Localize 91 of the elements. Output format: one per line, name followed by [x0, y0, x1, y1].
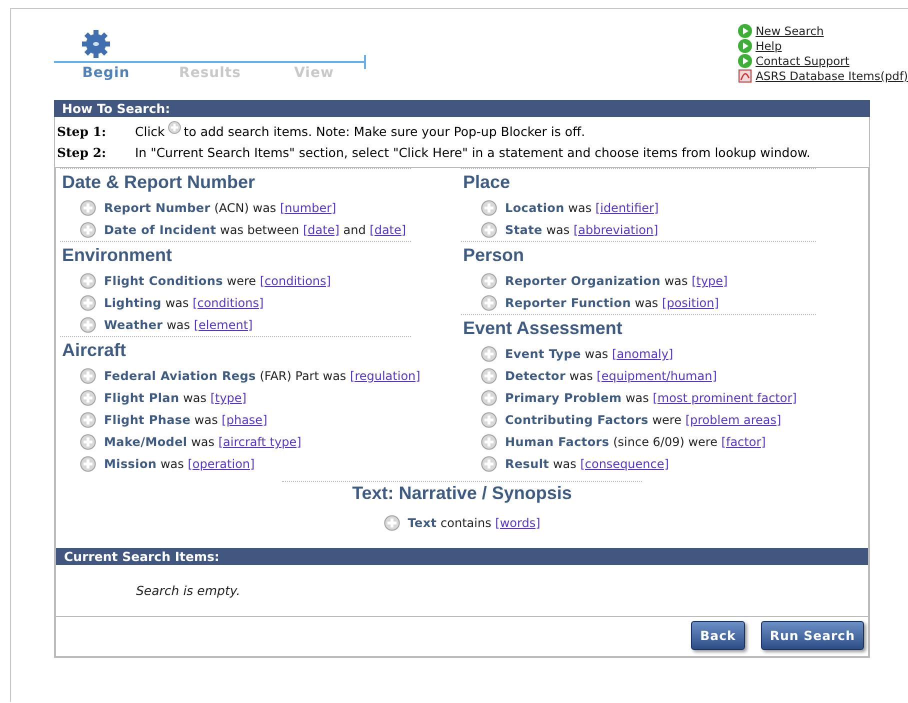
header-link[interactable]: Contact Support	[756, 54, 850, 68]
search-statement: Mission was [operation]	[104, 457, 255, 471]
play-icon	[738, 54, 752, 68]
search-statement: Result was [consequence]	[505, 457, 669, 471]
section-bar: How To Search:	[54, 100, 870, 117]
section-bar: Current Search Items:	[56, 548, 868, 565]
play-icon	[738, 24, 752, 38]
plus-icon[interactable]	[481, 456, 497, 472]
plus-icon[interactable]	[80, 273, 96, 289]
search-statement: Make/Model was [aircraft type]	[104, 435, 302, 449]
lookup-link[interactable]: [regulation]	[350, 369, 420, 383]
search-statement: Date of Incident was between [date] and [date]	[104, 223, 406, 237]
lookup-link[interactable]: [conditions]	[260, 274, 331, 288]
lookup-link[interactable]: [aircraft type]	[218, 435, 302, 449]
plus-icon[interactable]	[481, 434, 497, 450]
lookup-link[interactable]: [identifier]	[595, 201, 659, 215]
plus-icon[interactable]	[481, 295, 497, 311]
lookup-link[interactable]: [operation]	[188, 457, 255, 471]
instruction-text: In "Current Search Items" section, select "Click Here" in a statement and choose items from lookup window.	[135, 144, 810, 162]
search-statement: Human Factors (since 6/09) were [factor]	[505, 435, 766, 449]
plus-icon[interactable]	[481, 412, 497, 428]
lookup-link[interactable]: [type]	[692, 274, 728, 288]
lookup-link[interactable]: [date]	[302, 223, 340, 237]
step-label: Step 1:	[57, 123, 108, 141]
step-label: Step 2:	[57, 144, 108, 162]
header-link[interactable]: Help	[756, 39, 782, 53]
lookup-link[interactable]: [consequence]	[580, 457, 669, 471]
search-statement: Location was [identifier]	[505, 201, 659, 215]
search-statement: Federal Aviation Regs (FAR) Part was [regulation]	[104, 369, 420, 383]
header-link[interactable]: ASRS Database Items(pdf)	[756, 69, 908, 83]
pdf-icon	[738, 69, 752, 83]
section-heading: Place	[462, 171, 512, 194]
empty-message: Search is empty.	[56, 565, 868, 617]
search-statement: Lighting was [conditions]	[104, 296, 264, 310]
plus-icon[interactable]	[481, 346, 497, 362]
plus-icon[interactable]	[481, 222, 497, 238]
search-statement: Reporter Organization was [type]	[505, 274, 728, 288]
search-statement: Primary Problem was [most prominent factor]	[505, 391, 797, 405]
wizard-step[interactable]: Begin	[54, 65, 158, 81]
plus-icon[interactable]	[80, 368, 96, 384]
plus-icon[interactable]	[481, 368, 497, 384]
lookup-link[interactable]: [words]	[495, 516, 540, 530]
action-button[interactable]: Back	[691, 621, 745, 650]
lookup-link[interactable]: [anomaly]	[612, 347, 674, 361]
search-statement: Flight Conditions were [conditions]	[104, 274, 331, 288]
lookup-link[interactable]: [position]	[662, 296, 719, 310]
search-statement: Flight Phase was [phase]	[104, 413, 268, 427]
search-statement: Contributing Factors were [problem areas]	[505, 413, 782, 427]
lookup-link[interactable]: [most prominent factor]	[652, 391, 797, 405]
lookup-link[interactable]: [date]	[370, 223, 406, 237]
header-link[interactable]: New Search	[756, 24, 824, 38]
section-heading: Date & Report Number	[61, 171, 256, 194]
plus-icon[interactable]	[80, 434, 96, 450]
search-statement: Flight Plan was [type]	[104, 391, 246, 405]
section-heading: Person	[462, 244, 526, 267]
search-statement: Weather was [element]	[104, 318, 253, 332]
section-heading: Environment	[61, 244, 174, 267]
search-statement: Text contains [words]	[408, 516, 540, 530]
plus-icon[interactable]	[481, 390, 497, 406]
plus-icon[interactable]	[80, 456, 96, 472]
search-statement: State was [abbreviation]	[505, 223, 658, 237]
lookup-link[interactable]: [number]	[280, 201, 336, 215]
plus-icon[interactable]	[481, 273, 497, 289]
plus-icon	[168, 121, 181, 134]
lookup-link[interactable]: [equipment/human]	[596, 369, 717, 383]
action-button[interactable]: Run Search	[760, 621, 864, 650]
search-statement: Reporter Function was [position]	[505, 296, 719, 310]
lookup-link[interactable]: [element]	[194, 318, 253, 332]
plus-icon[interactable]	[80, 317, 96, 333]
plus-icon[interactable]	[80, 412, 96, 428]
plus-icon[interactable]	[80, 390, 96, 406]
section-heading: Event Assessment	[462, 317, 624, 340]
plus-icon[interactable]	[80, 295, 96, 311]
lookup-link[interactable]: [factor]	[721, 435, 766, 449]
lookup-link[interactable]: [conditions]	[192, 296, 264, 310]
search-statement: Detector was [equipment/human]	[505, 369, 717, 383]
plus-icon[interactable]	[384, 515, 400, 531]
section-heading: Aircraft	[61, 339, 128, 362]
play-icon	[738, 39, 752, 53]
search-statement: Event Type was [anomaly]	[505, 347, 674, 361]
lookup-link[interactable]: [abbreviation]	[573, 223, 658, 237]
instruction-text: Click	[135, 123, 165, 141]
lookup-link[interactable]: [type]	[210, 391, 246, 405]
plus-icon[interactable]	[481, 200, 497, 216]
search-statement: Report Number (ACN) was [number]	[104, 201, 336, 215]
instruction-text: to add search items. Note: Make sure your Pop-up Blocker is off.	[184, 123, 586, 141]
lookup-link[interactable]: [phase]	[222, 413, 268, 427]
plus-icon[interactable]	[80, 200, 96, 216]
lookup-link[interactable]: [problem areas]	[685, 413, 782, 427]
plus-icon[interactable]	[80, 222, 96, 238]
section-heading: Text: Narrative / Synopsis	[351, 482, 573, 505]
